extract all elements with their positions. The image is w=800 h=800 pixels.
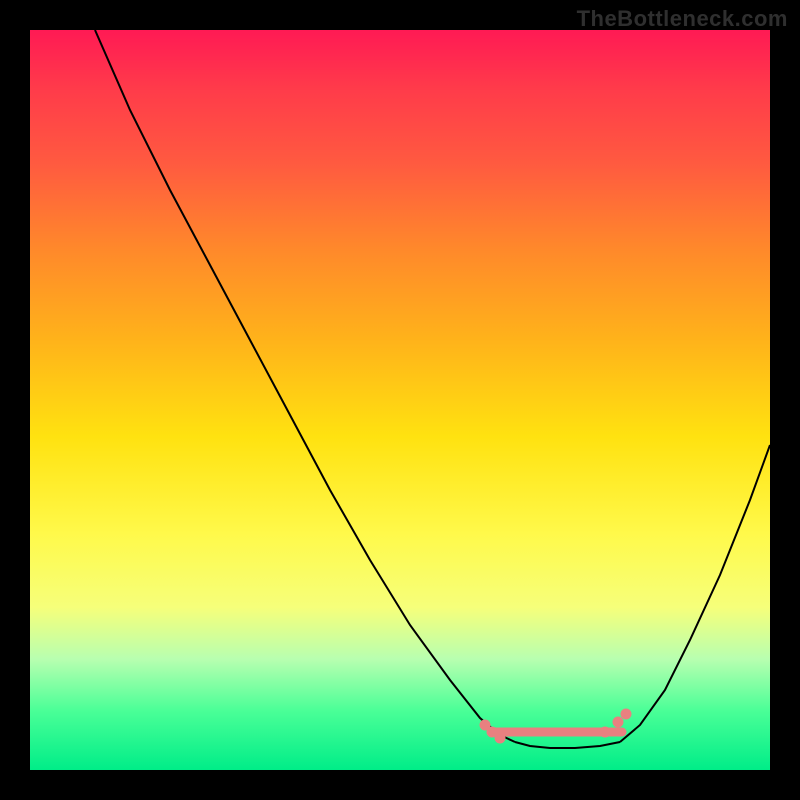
marker-dots-group [480, 709, 632, 744]
curve-left-branch [95, 30, 515, 742]
plot-svg [30, 30, 770, 770]
marker-dot [621, 709, 632, 720]
curve-right-branch [620, 445, 770, 742]
marker-dot [600, 727, 611, 738]
curve-valley [515, 742, 620, 748]
marker-dot [613, 717, 624, 728]
chart-frame: TheBottleneck.com [0, 0, 800, 800]
marker-dot [495, 733, 506, 744]
plot-area [30, 30, 770, 770]
watermark-text: TheBottleneck.com [577, 6, 788, 32]
